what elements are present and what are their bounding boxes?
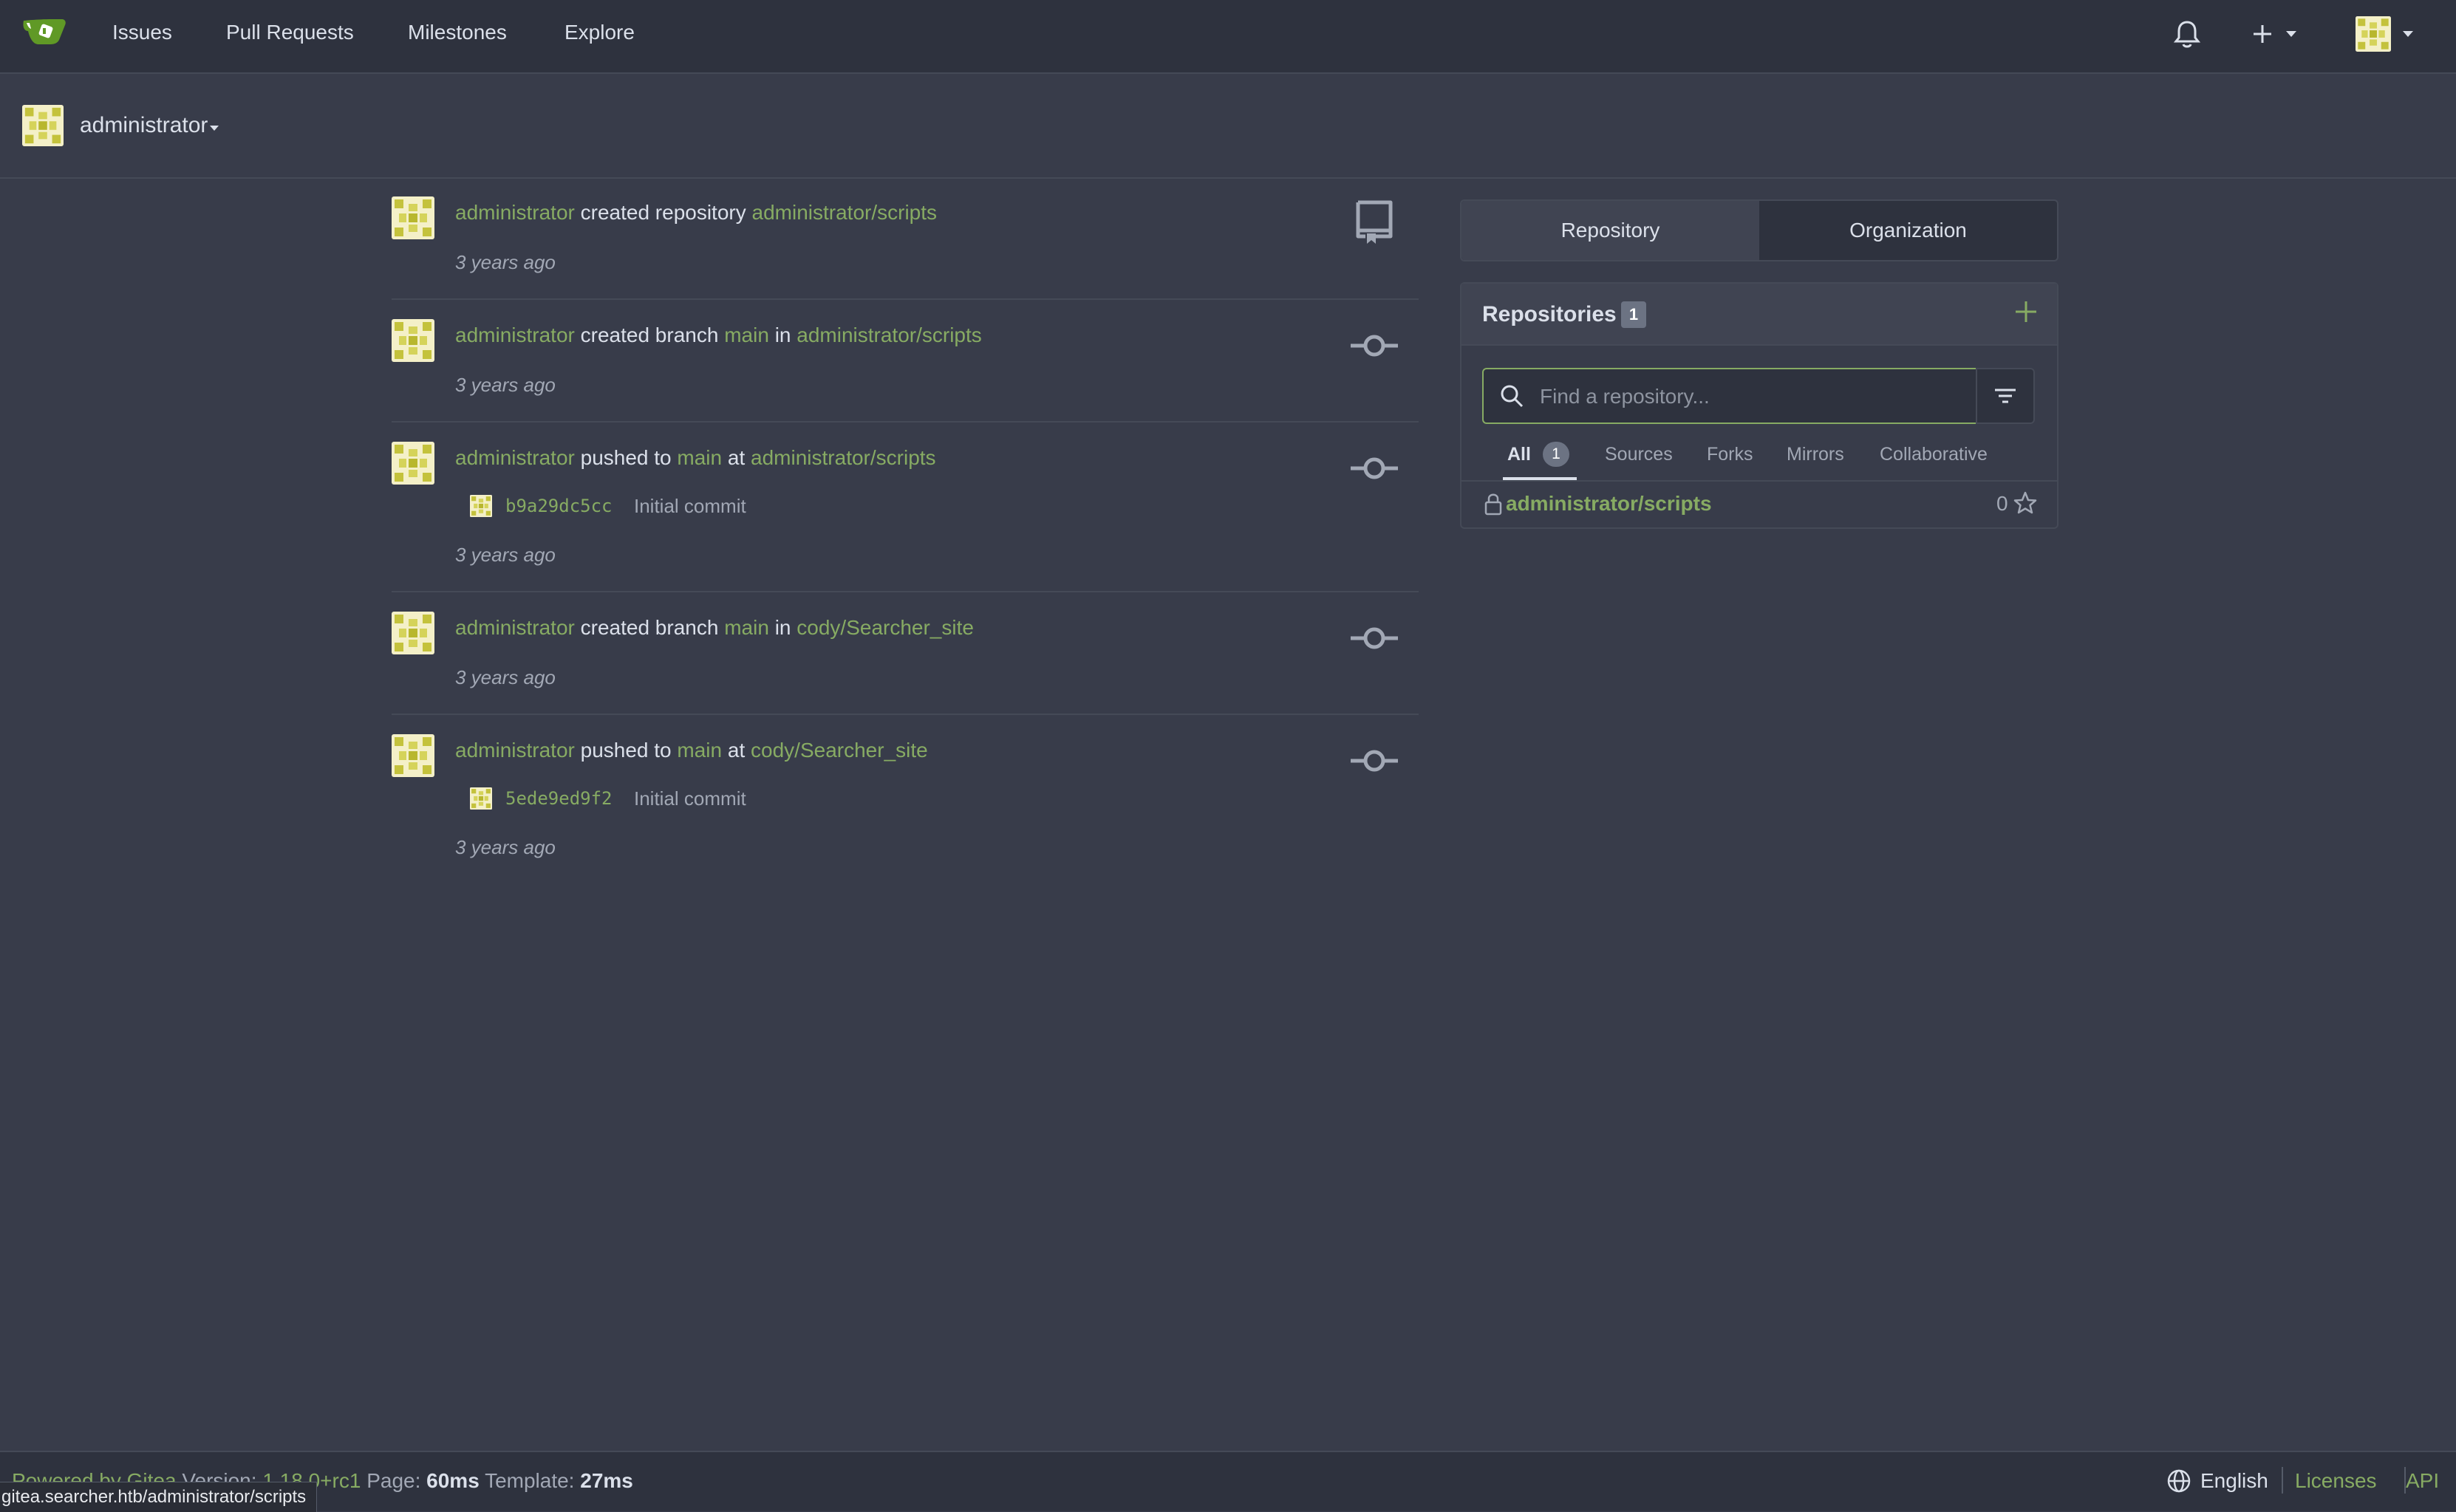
nav-issues[interactable]: Issues — [112, 19, 172, 46]
nav-explore[interactable]: Explore — [564, 19, 635, 46]
page-time: 60ms — [426, 1469, 480, 1492]
feed-item: administrator created branch main in adm… — [392, 300, 1419, 423]
commit-hash-link[interactable]: b9a29dc5cc — [505, 493, 613, 519]
globe-icon — [2167, 1469, 2191, 1493]
repo-icon — [1356, 200, 1393, 244]
repo-count-badge: 1 — [1621, 301, 1646, 328]
filter-tab-collaborative[interactable]: Collaborative — [1880, 442, 1988, 467]
filter-tab-all[interactable]: All — [1507, 442, 1531, 467]
top-navbar: Issues Pull Requests Milestones Explore — [0, 0, 2456, 74]
all-count-badge: 1 — [1543, 442, 1569, 467]
avatar[interactable] — [392, 612, 434, 654]
plus-icon — [2254, 25, 2271, 43]
filter-tab-sources[interactable]: Sources — [1605, 442, 1673, 467]
commit-message: Initial commit — [634, 495, 746, 517]
commit-icon — [1351, 627, 1398, 649]
feed-timestamp: 3 years ago — [455, 836, 556, 858]
nav-pull-requests[interactable]: Pull Requests — [226, 19, 354, 46]
search-icon — [1501, 385, 1524, 408]
filter-tab-forks[interactable]: Forks — [1707, 442, 1753, 467]
repo-name-link[interactable]: administrator/scripts — [1506, 490, 1712, 517]
star-count: 0 — [1996, 492, 2008, 515]
repo-search — [1482, 368, 1977, 424]
notification-bell-icon[interactable] — [2172, 18, 2202, 50]
feed-branch-link[interactable]: main — [724, 324, 769, 346]
filter-icon — [1995, 389, 2016, 403]
feed-repo-link[interactable]: administrator/scripts — [751, 446, 936, 469]
browser-status-url: gitea.searcher.htb/administrator/scripts — [0, 1482, 318, 1512]
feed-repo-link[interactable]: administrator/scripts — [797, 324, 982, 346]
repository-panel-header: Repositories 1 — [1461, 284, 2057, 346]
commit-hash-link[interactable]: 5ede9ed9f2 — [505, 786, 613, 811]
feed-item: administrator created repository adminis… — [392, 196, 1419, 300]
feed-branch-link[interactable]: main — [677, 739, 722, 762]
add-repository-button[interactable] — [2011, 297, 2041, 326]
commit-icon — [1351, 457, 1398, 479]
feed-item: administrator pushed to main at administ… — [392, 423, 1419, 592]
avatar[interactable] — [392, 319, 434, 362]
dashboard-tabs: Repository Organization — [1460, 199, 2058, 261]
api-link[interactable]: API — [2406, 1467, 2439, 1495]
feed-timestamp: 3 years ago — [455, 544, 556, 566]
filter-tab-mirrors[interactable]: Mirrors — [1787, 442, 1844, 467]
context-user-dropdown[interactable]: administrator — [80, 111, 208, 140]
avatar[interactable] — [392, 196, 434, 239]
tab-repository[interactable]: Repository — [1461, 201, 1759, 260]
feed-actor-link[interactable]: administrator — [455, 201, 575, 224]
footer-divider — [2282, 1467, 2283, 1494]
template-time: 27ms — [580, 1469, 633, 1492]
commit-message: Initial commit — [634, 787, 746, 810]
feed-timestamp: 3 years ago — [455, 374, 556, 396]
feed-timestamp: 3 years ago — [455, 666, 556, 688]
tab-organization[interactable]: Organization — [1759, 201, 2057, 260]
feed-item: administrator created branch main in cod… — [392, 592, 1419, 715]
context-switcher-bar: administrator — [0, 74, 2456, 179]
feed-actor-link[interactable]: administrator — [455, 446, 575, 469]
chevron-down-icon — [210, 126, 219, 131]
repo-list-item[interactable]: administrator/scripts 0 — [1461, 480, 2057, 527]
panel-title: Repositories — [1482, 302, 1617, 326]
avatar — [2356, 16, 2391, 52]
create-new-menu[interactable] — [2251, 18, 2310, 50]
feed-repo-link[interactable]: cody/Searcher_site — [797, 616, 974, 639]
star-icon — [2013, 491, 2037, 514]
avatar[interactable] — [392, 734, 434, 777]
feed-actor-link[interactable]: administrator — [455, 739, 575, 762]
commit-icon — [1351, 335, 1398, 357]
filter-button[interactable] — [1976, 368, 2035, 424]
feed-actor-link[interactable]: administrator — [455, 616, 575, 639]
feed-timestamp: 3 years ago — [455, 251, 556, 273]
lock-icon — [1484, 493, 1502, 516]
commit-icon — [1351, 750, 1398, 772]
search-input[interactable] — [1538, 369, 1970, 424]
avatar — [470, 787, 492, 810]
gitea-logo-icon[interactable] — [22, 15, 68, 47]
feed-actor-link[interactable]: administrator — [455, 324, 575, 346]
feed-item: administrator pushed to main at cody/Sea… — [392, 715, 1419, 885]
chevron-down-icon — [2403, 31, 2413, 37]
feed-branch-link[interactable]: main — [677, 446, 722, 469]
chevron-down-icon — [2286, 31, 2296, 37]
avatar — [22, 105, 64, 146]
page-footer: Powered by Gitea Version: 1.18.0+rc1 Pag… — [0, 1451, 2456, 1511]
avatar[interactable] — [392, 442, 434, 485]
nav-milestones[interactable]: Milestones — [408, 19, 507, 46]
feed-branch-link[interactable]: main — [724, 616, 769, 639]
avatar — [470, 495, 492, 517]
licenses-link[interactable]: Licenses — [2295, 1467, 2377, 1495]
repository-panel: Repositories 1 All 1 Sources Forks Mirro… — [1460, 282, 2058, 529]
feed-repo-link[interactable]: cody/Searcher_site — [751, 739, 928, 762]
feed-repo-link[interactable]: administrator/scripts — [752, 201, 938, 224]
